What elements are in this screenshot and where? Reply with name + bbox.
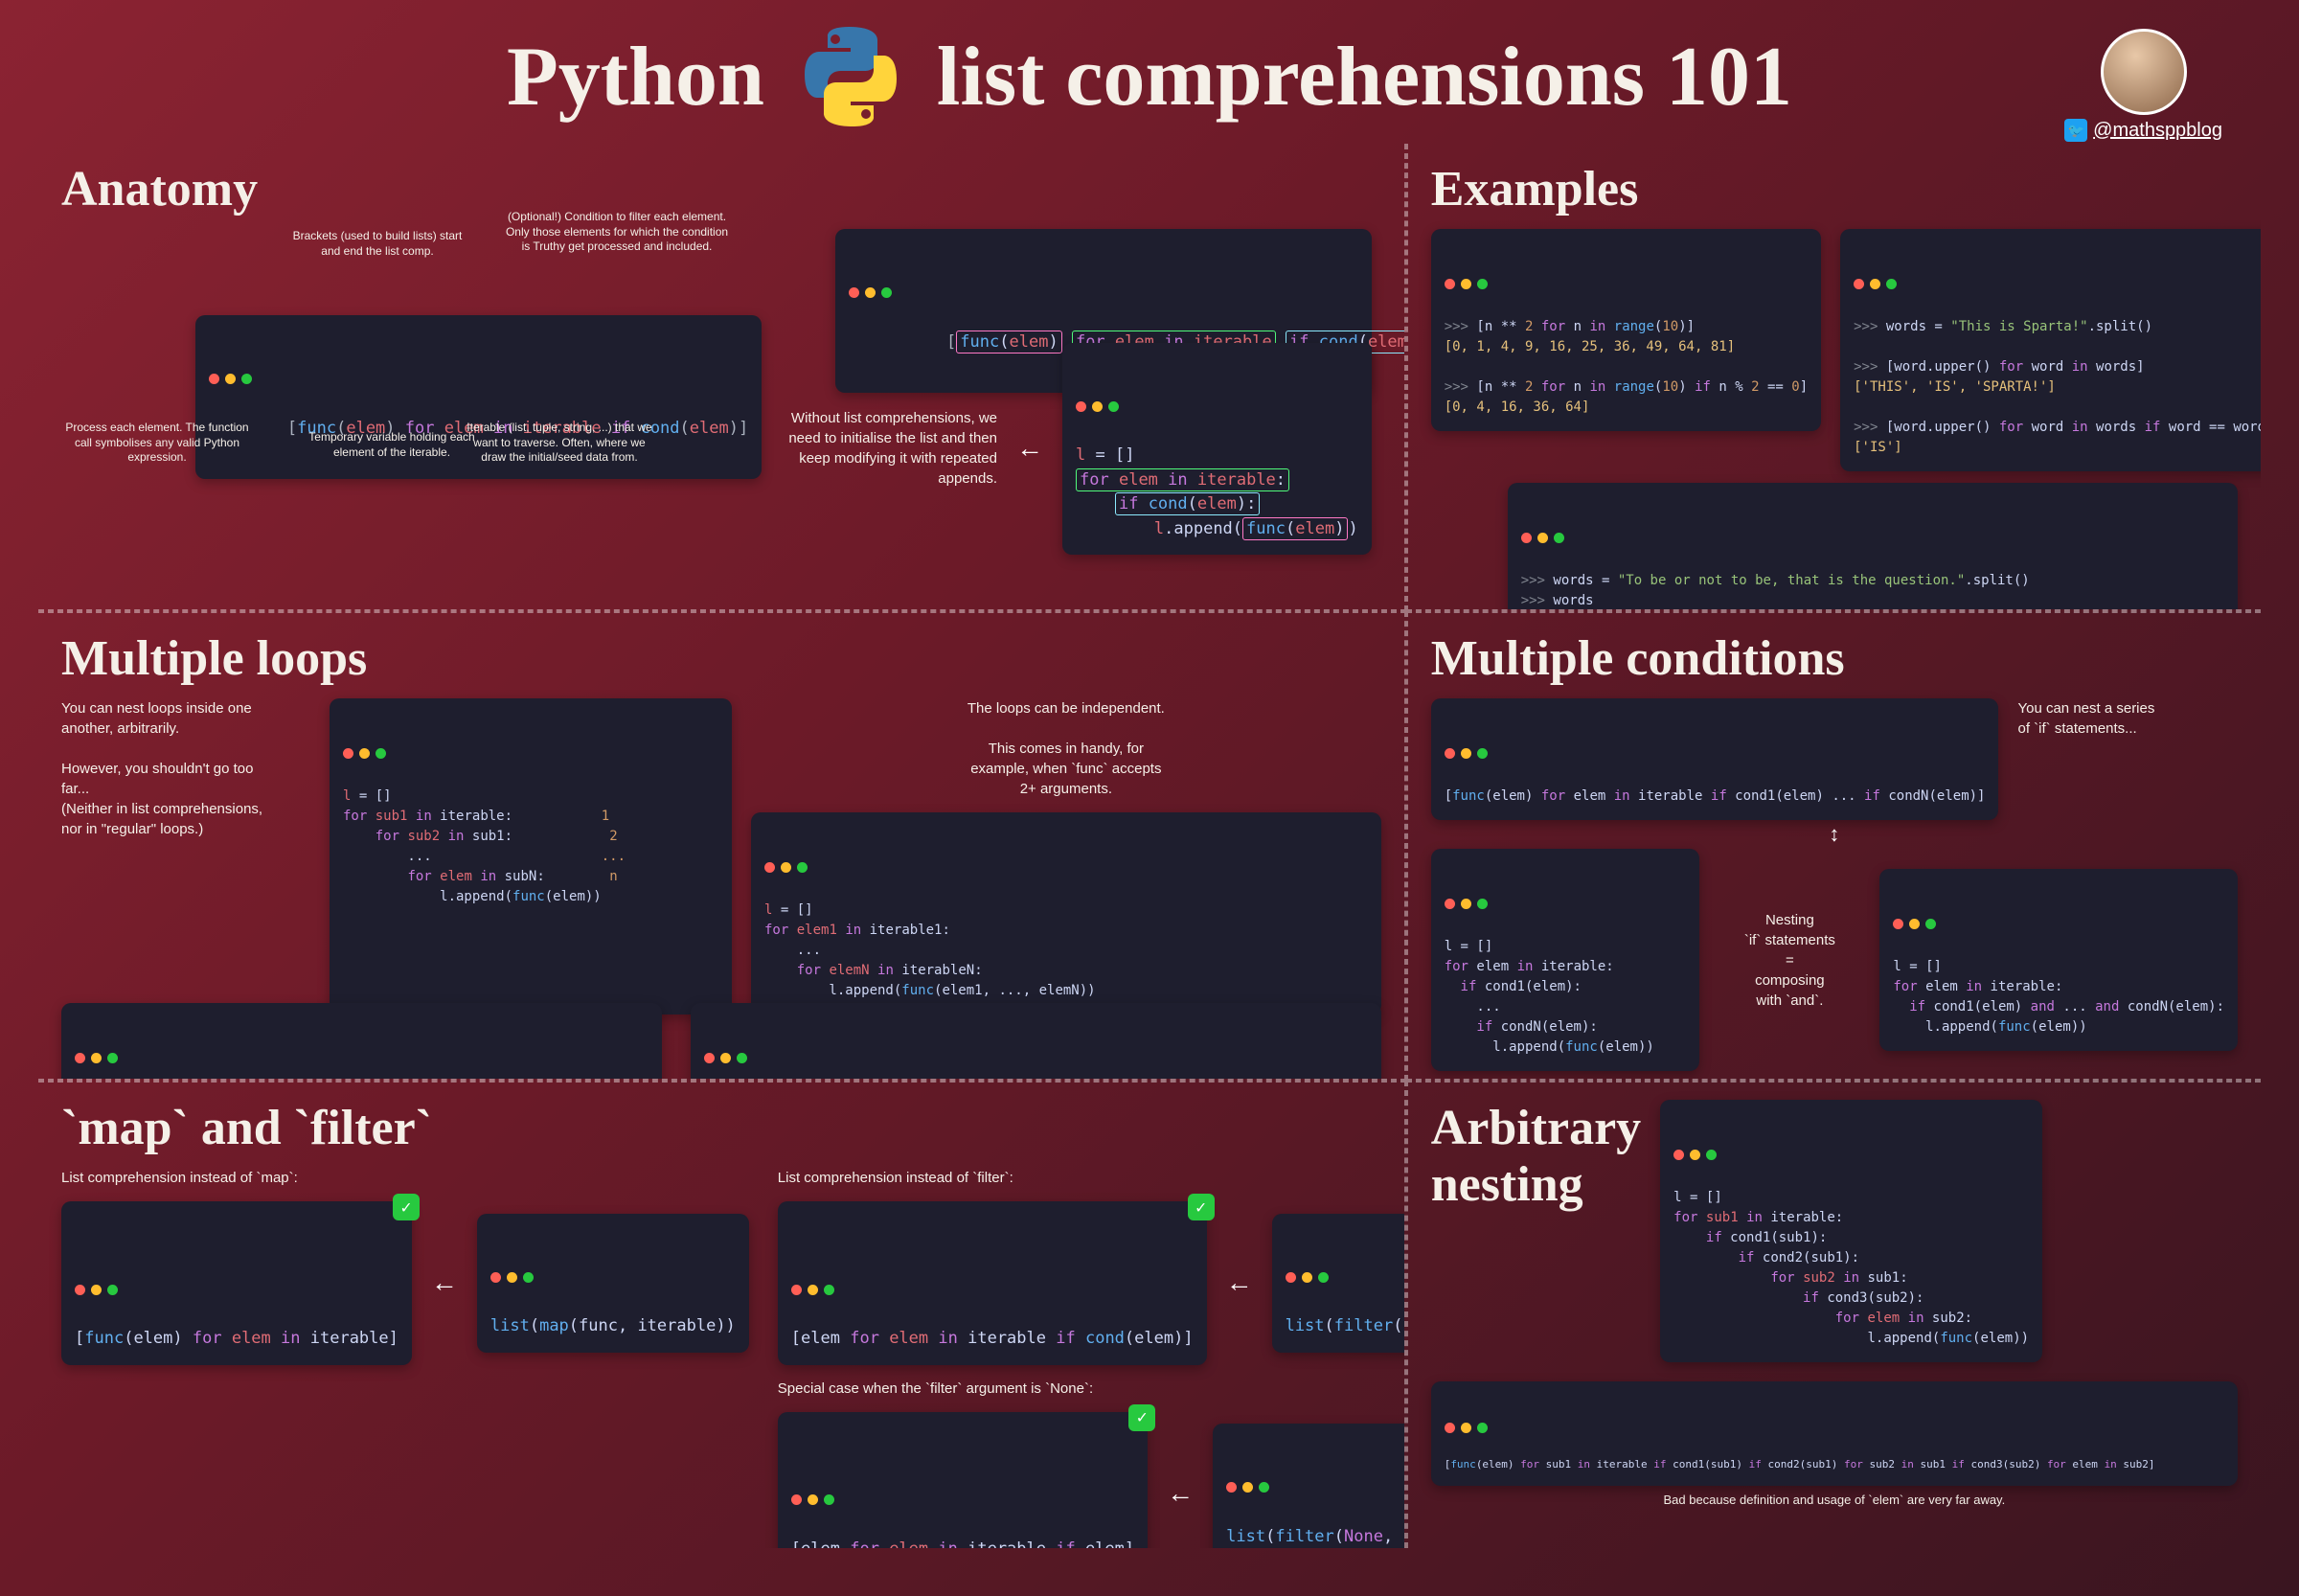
heading-mloops: Multiple loops [61,630,1381,687]
content-grid: Anatomy Brackets (used to build lists) s… [38,144,2261,1548]
heading-arbnest: Arbitrary nesting [1431,1100,1641,1351]
heading-mcond: Multiple conditions [1431,630,2238,687]
check-icon: ✓ [393,1194,420,1220]
heading-mapfilter: `map` and `filter` [61,1100,1381,1156]
arrow-icon: ← [431,1267,458,1298]
code-filter-lc: ✓ [elem for elem in iterable if cond(ele… [778,1201,1207,1365]
code-none-fn: list(filter(None, iterable)) [1213,1424,1406,1548]
title-left: Python [507,29,764,125]
author-box: 🐦 @mathsppblog [2064,29,2222,142]
header: Python list comprehensions 101 🐦 @mathsp… [38,19,2261,134]
section-anatomy: Anatomy Brackets (used to build lists) s… [38,144,1406,611]
code-example-2: >>> words = "This is Sparta!".split() >>… [1840,229,2261,471]
code-mloops-flat-nested: [func(elem) for sub1 in iterable for sub… [61,1003,662,1081]
code-arbnest-lc: [func(elem) for sub1 in iterable if cond… [1431,1381,2238,1486]
section-examples: Examples >>> [n ** 2 for n in range(10)]… [1406,144,2261,611]
caption-nest: You can nest loops inside one another, a… [61,698,310,1015]
code-example-3: >>> words = "To be or not to be, that is… [1508,483,2238,611]
heading-examples: Examples [1431,161,2238,217]
code-example-1: >>> [n ** 2 for n in range(10)] [0, 1, 4… [1431,229,1821,431]
code-arbnest-imperative: l = [] for sub1 in iterable: if cond1(su… [1660,1100,2042,1362]
anno-process: Process each element. The function call … [61,421,253,466]
updown-arrow-icon: ↕ [1431,1073,2238,1081]
anno-temp: Temporary variable holding each element … [291,430,492,460]
avatar [2101,29,2187,115]
check-icon: ✓ [1188,1194,1215,1220]
code-mloops-nested: l = [] for sub1 in iterable: 1 for sub2 … [330,698,732,1015]
anno-iterable: Iterable (list, tuple, string, ...) that… [464,421,655,466]
caption-bad: Bad because definition and usage of `ele… [1431,1492,2238,1509]
code-mloops-indep: l = [] for elem1 in iterable1: ... for e… [751,812,1381,1015]
twitter-handle-link[interactable]: @mathsppblog [2093,120,2222,142]
updown-arrow-icon: ↕ [1431,822,2238,847]
code-map-fn: list(map(func, iterable)) [477,1214,749,1353]
python-logo-icon [793,19,908,134]
section-multiple-loops: Multiple loops You can nest loops inside… [38,611,1406,1081]
title-right: list comprehensions 101 [937,29,1792,125]
code-map-lc: ✓ [func(elem) for elem in iterable] [61,1201,412,1365]
section-map-filter: `map` and `filter` List comprehension in… [38,1081,1406,1548]
anno-brackets: Brackets (used to build lists) start and… [282,229,473,259]
section-arbitrary-nesting: Arbitrary nesting l = [] for sub1 in ite… [1406,1081,2261,1548]
code-mloops-flat-indep: [func(elem1, ..., elemN) for elem1 in it… [691,1003,1381,1081]
code-mcond-right: l = [] for elem in iterable: if cond1(el… [1879,869,2238,1051]
arrow-icon: ← [1167,1478,1194,1509]
arrow-icon: ← [1226,1267,1253,1298]
caption-mcond-top: You can nest a series of `if` statements… [2017,698,2154,739]
arrow-icon: ← [1016,433,1043,464]
code-none-lc: ✓ [elem for elem in iterable if elem] [778,1412,1148,1549]
caption-filter: List comprehension instead of `filter`: [778,1168,1406,1188]
code-anatomy-imperative: l = [] for elem in iterable: if cond(ele… [1062,343,1372,556]
code-mcond-top: [func(elem) for elem in iterable if cond… [1431,698,1999,820]
twitter-icon[interactable]: 🐦 [2064,119,2087,142]
section-multiple-conditions: Multiple conditions [func(elem) for elem… [1406,611,2261,1081]
check-icon: ✓ [1128,1404,1155,1431]
anno-optional: (Optional!) Condition to filter each ele… [502,210,732,255]
code-mcond-left: l = [] for elem in iterable: if cond1(el… [1431,849,1700,1071]
caption-noLC: Without list comprehensions, we need to … [786,408,997,489]
caption-mcond-mid: Nesting `if` statements = composing with… [1713,910,1866,1011]
caption-none: Special case when the `filter` argument … [778,1379,1406,1399]
caption-map: List comprehension instead of `map`: [61,1168,749,1188]
caption-indep: The loops can be independent. This comes… [751,698,1381,799]
code-filter-fn: list(filter(cond, iterable)) [1272,1214,1406,1353]
